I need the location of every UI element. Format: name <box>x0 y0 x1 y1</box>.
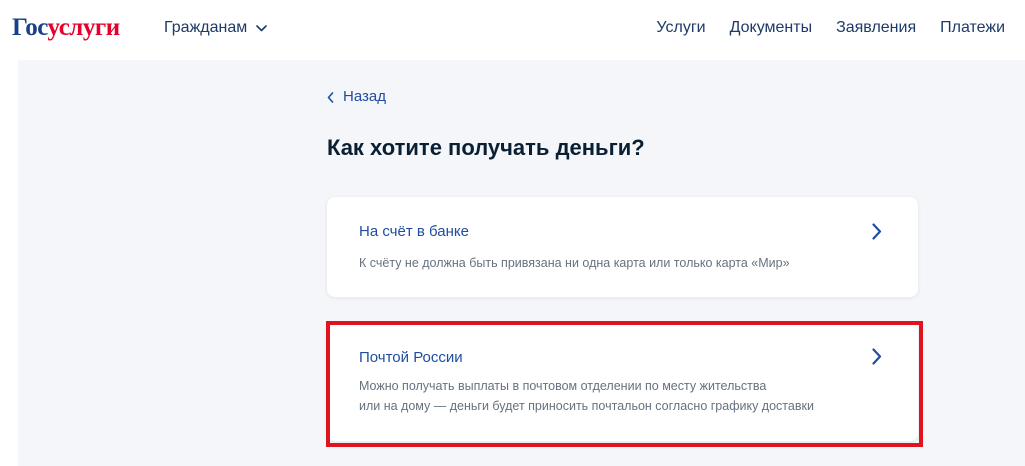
option-description: К счёту не должна быть привязана ни одна… <box>359 256 790 270</box>
nav-services[interactable]: Услуги <box>656 18 705 38</box>
logo-part2: услуги <box>47 14 120 41</box>
top-nav: Услуги Документы Заявления Платежи <box>632 18 1005 38</box>
option-title: На счёт в банке <box>359 223 469 240</box>
nav-documents[interactable]: Документы <box>730 18 812 38</box>
top-header: Госуслуги Гражданам Услуги Документы Зая… <box>0 0 1025 58</box>
nav-applications[interactable]: Заявления <box>836 18 916 38</box>
option-description-line1: Можно получать выплаты в почтовом отделе… <box>359 379 767 393</box>
logo-part1: Гос <box>12 14 48 41</box>
option-bank-account[interactable]: На счёт в банке К счёту не должна быть п… <box>327 197 918 297</box>
chevron-right-icon <box>872 223 882 240</box>
back-label: Назад <box>343 88 386 105</box>
back-link[interactable]: Назад <box>327 88 386 106</box>
option-description-line2: или на дому — деньги будет приносить поч… <box>359 399 814 413</box>
gosuslugi-logo[interactable]: Госуслуги <box>12 14 120 42</box>
option-russian-post[interactable]: Почтой России Можно получать выплаты в п… <box>327 323 918 441</box>
chevron-down-icon <box>256 24 268 31</box>
page-title: Как хотите получать деньги? <box>327 135 645 160</box>
option-description: Можно получать выплаты в почтовом отделе… <box>359 376 879 416</box>
option-title: Почтой России <box>359 349 463 366</box>
nav-payments[interactable]: Платежи <box>940 18 1005 38</box>
citizens-menu-button[interactable]: Гражданам <box>164 18 268 38</box>
chevron-left-icon <box>327 91 334 103</box>
citizens-menu-label: Гражданам <box>164 19 248 36</box>
chevron-right-icon <box>872 348 882 365</box>
